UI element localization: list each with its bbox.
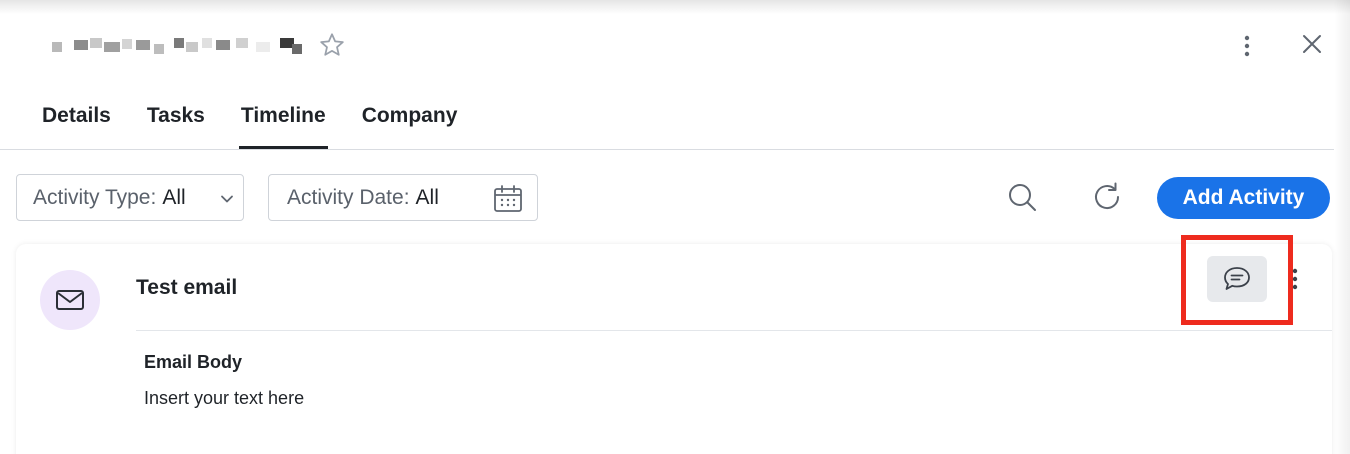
card-divider xyxy=(136,330,1332,331)
calendar-icon xyxy=(494,185,522,212)
add-activity-button[interactable]: Add Activity xyxy=(1157,177,1330,219)
chevron-down-icon xyxy=(221,195,233,203)
activity-type-value: All xyxy=(162,185,186,209)
mail-icon xyxy=(56,290,84,310)
activity-type-avatar xyxy=(40,270,100,330)
tab-company[interactable]: Company xyxy=(344,102,476,148)
activity-date-label: Activity Date: xyxy=(287,185,410,209)
star-icon[interactable] xyxy=(318,31,346,59)
activity-date-filter[interactable]: Activity Date: All xyxy=(268,174,538,221)
activity-title[interactable]: Test email xyxy=(136,276,237,300)
activity-type-label: Activity Type: xyxy=(33,185,157,209)
search-icon[interactable] xyxy=(1006,181,1038,213)
email-body-label: Email Body xyxy=(144,352,243,372)
tab-bar: Details Tasks Timeline Company xyxy=(24,102,475,150)
comment-icon xyxy=(1224,267,1250,290)
comment-button[interactable] xyxy=(1207,256,1267,302)
more-vertical-icon[interactable] xyxy=(1236,33,1258,59)
record-panel: Details Tasks Timeline Company Activity … xyxy=(0,0,1350,454)
close-icon[interactable] xyxy=(1298,30,1326,58)
tabs-divider xyxy=(0,149,1334,150)
tab-tasks[interactable]: Tasks xyxy=(129,102,223,148)
top-shadow xyxy=(0,0,1350,14)
activity-date-value: All xyxy=(415,185,439,209)
refresh-icon[interactable] xyxy=(1091,181,1123,213)
panel-edge xyxy=(1334,0,1350,454)
more-vertical-icon[interactable] xyxy=(1286,266,1304,292)
tab-timeline[interactable]: Timeline xyxy=(223,102,344,149)
tab-details[interactable]: Details xyxy=(24,102,129,148)
email-body-value: Insert your text here xyxy=(144,388,305,408)
activity-type-filter[interactable]: Activity Type: All xyxy=(16,174,244,221)
record-name-redacted xyxy=(52,34,304,58)
